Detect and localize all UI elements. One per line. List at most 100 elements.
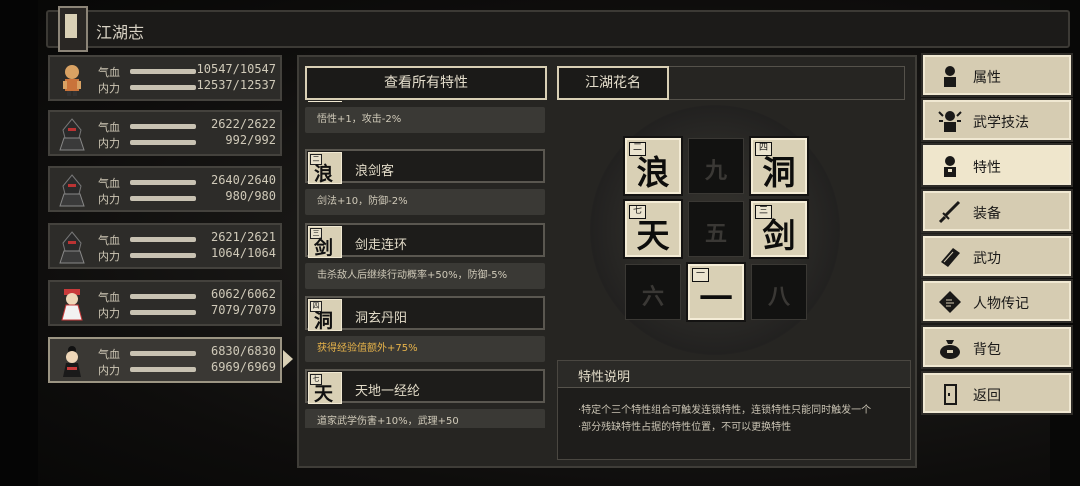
cell-char: 五: [704, 221, 727, 247]
grid-cell[interactable]: 七天: [625, 201, 681, 257]
trait-list[interactable]: 悟性+1，攻击-2% 二 浪 浪剑客 剑法+10，防御-2% 三 剑 剑走连环 …: [305, 101, 547, 428]
mp-bar: [130, 367, 196, 372]
character-card[interactable]: 气血 内力 2622/2622 992/992: [48, 110, 282, 156]
trait-tile: [308, 101, 342, 102]
trait-name: 洞玄丹阳: [355, 311, 408, 326]
hp-bar: [130, 237, 196, 242]
hp-bar: [130, 351, 196, 356]
mp-value: 980/980: [225, 189, 276, 203]
menu-label: 人物传记: [973, 296, 1029, 312]
cell-char: 天: [636, 216, 670, 255]
trait-tile: 七 天: [308, 372, 342, 405]
book-icon: [941, 248, 960, 267]
menu-return-button[interactable]: 返回: [923, 373, 1071, 413]
door-icon: [944, 384, 957, 405]
trait-description: 剑法+10，防御-2%: [305, 189, 545, 215]
menu-backpack-button[interactable]: 背包: [923, 327, 1071, 367]
trait-tile: 四 洞: [308, 299, 342, 332]
mp-label: 内力: [98, 307, 120, 320]
menu-martial-skills-button[interactable]: 武学技法: [923, 100, 1071, 140]
martial-skill-icon: [938, 111, 962, 132]
mp-bar: [130, 253, 196, 258]
menu-label: 装备: [973, 206, 1001, 222]
trait-person-icon: [944, 156, 956, 177]
menu-label: 属性: [973, 70, 1001, 86]
character-card[interactable]: 气血 内力 2640/2640 980/980: [48, 166, 282, 212]
mp-bar: [130, 140, 196, 145]
grid-cell[interactable]: 五: [688, 201, 744, 257]
hooded-warrior-avatar-icon: [59, 174, 85, 207]
trait-header: 七 天 天地一经纶: [305, 369, 545, 405]
character-card[interactable]: 气血 内力 2621/2621 1064/1064: [48, 223, 282, 269]
nickname-button[interactable]: 江湖花名: [557, 66, 669, 100]
trait-description: 道家武学伤害+10%，武理+50: [305, 409, 545, 428]
trait-name: 剑走连环: [355, 238, 408, 253]
character-card[interactable]: 气血 内力 6062/6062 7079/7079: [48, 280, 282, 326]
trait-header: 二 浪 浪剑客: [305, 149, 545, 185]
explanation-title: 特性说明: [578, 370, 631, 385]
character-card[interactable]: 气血 内力 10547/10547 12537/12537: [48, 55, 282, 101]
trait-header: 四 洞 洞玄丹阳: [305, 296, 545, 332]
menu-traits-button[interactable]: 特性: [923, 145, 1071, 185]
nickname-header-line: [669, 66, 905, 100]
tile-char: 浪: [314, 163, 334, 185]
lady-avatar-icon: [61, 289, 83, 321]
menu-equipment-button[interactable]: 装备: [923, 191, 1071, 231]
trait-name: 天地一经纶: [355, 384, 421, 399]
menu-label: 特性: [973, 160, 1001, 176]
trait-name: 浪剑客: [355, 164, 395, 179]
cell-char: 六: [641, 284, 664, 310]
hp-value: 6830/6830: [210, 344, 276, 358]
menu-label: 武功: [973, 251, 1001, 267]
grid-cell[interactable]: 一一: [688, 264, 744, 320]
mp-value: 992/992: [225, 133, 276, 147]
trait-tile: 三 剑: [308, 226, 342, 259]
trait-explanation: 特性说明 ·特定个三个特性组合可触发连锁特性，连锁特性只能同时触发一个 ·部分残…: [557, 360, 911, 460]
trait-item[interactable]: 三 剑 剑走连环 击杀敌人后继续行动概率+50%，防御-5%: [305, 223, 547, 297]
trait-item[interactable]: 悟性+1，攻击-2%: [305, 101, 547, 141]
explanation-header: 特性说明: [558, 361, 910, 388]
hp-value: 2622/2622: [210, 117, 276, 131]
menu-attributes-button[interactable]: 属性: [923, 55, 1071, 95]
trait-item[interactable]: 四 洞 洞玄丹阳 获得经验值额外+75%: [305, 296, 547, 370]
window-title: 江湖志: [96, 23, 145, 42]
grid-cell[interactable]: 九: [688, 138, 744, 194]
mp-label: 内力: [98, 137, 120, 150]
grid-cell[interactable]: 二浪: [625, 138, 681, 194]
hp-value: 6062/6062: [210, 287, 276, 301]
grid-cell[interactable]: 六: [625, 264, 681, 320]
cell-char: 浪: [636, 153, 670, 192]
grid-cell[interactable]: 四洞: [751, 138, 807, 194]
menu-label: 返回: [973, 388, 1001, 404]
character-card-selected[interactable]: 气血 内力 6830/6830 6969/6969: [48, 337, 282, 383]
menu-biography-button[interactable]: 人物传记: [923, 281, 1071, 321]
view-all-traits-button[interactable]: 查看所有特性: [305, 66, 547, 100]
hp-bar: [130, 69, 196, 74]
hp-label: 气血: [98, 348, 120, 361]
sword-icon: [938, 200, 961, 224]
trait-item[interactable]: 七 天 天地一经纶 道家武学伤害+10%，武理+50: [305, 369, 547, 428]
trait-item[interactable]: 二 浪 浪剑客 剑法+10，防御-2%: [305, 149, 547, 223]
mp-label: 内力: [98, 364, 120, 377]
person-icon: [944, 66, 956, 87]
hp-label: 气血: [98, 121, 120, 134]
tile-char: 洞: [314, 310, 334, 332]
swordsman-avatar-icon: [63, 346, 81, 377]
hp-value: 2640/2640: [210, 173, 276, 187]
trait-description: 悟性+1，攻击-2%: [305, 107, 545, 133]
menu-kungfu-button[interactable]: 武功: [923, 236, 1071, 276]
cell-char: 剑: [762, 216, 796, 255]
mp-bar: [130, 85, 196, 90]
grid-cell[interactable]: 八: [751, 264, 807, 320]
title-bar: 江湖志: [46, 6, 1070, 52]
monk-avatar-icon: [63, 65, 81, 96]
mp-bar: [130, 196, 196, 201]
hp-label: 气血: [98, 234, 120, 247]
hp-value: 10547/10547: [196, 62, 276, 76]
hp-label: 气血: [98, 177, 120, 190]
mp-value: 7079/7079: [210, 303, 276, 317]
grid-cell[interactable]: 三剑: [751, 201, 807, 257]
explanation-line: ·特定个三个特性组合可触发连锁特性，连锁特性只能同时触发一个: [578, 405, 872, 416]
hp-bar: [130, 180, 196, 185]
tile-char: 剑: [314, 237, 334, 259]
